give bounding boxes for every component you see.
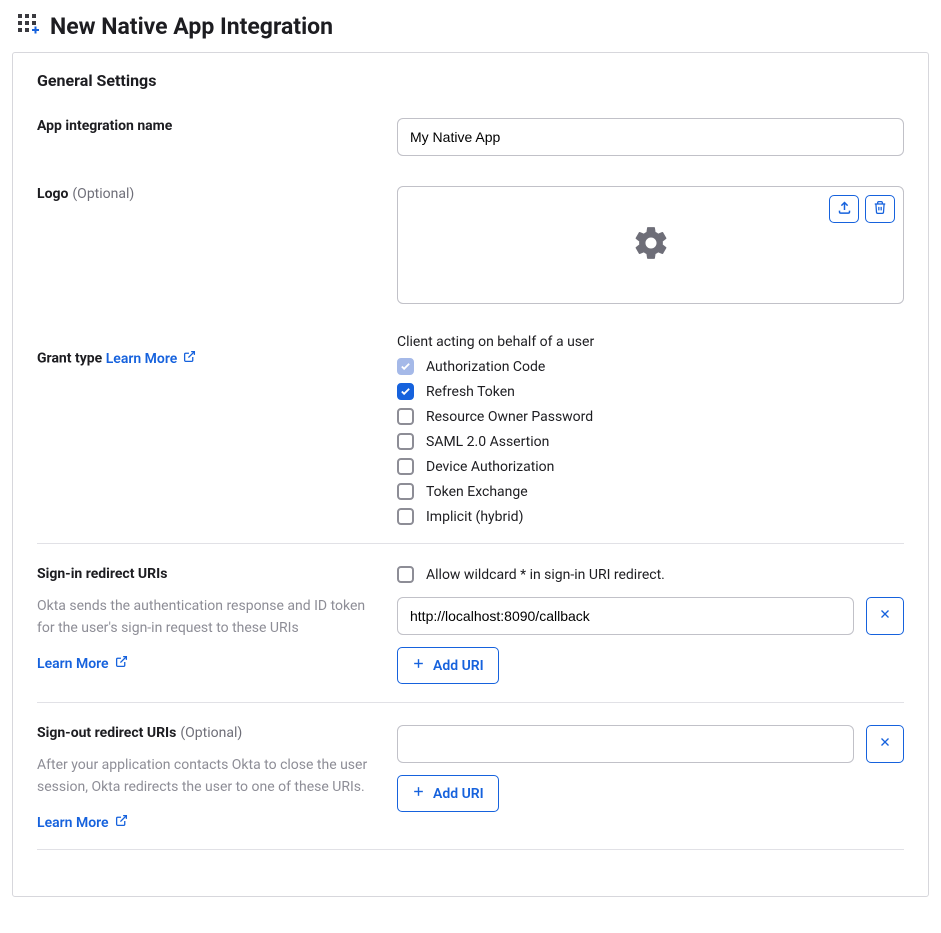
general-settings-panel: General Settings App integration name Lo… [12, 52, 929, 897]
sign-out-learn-more-link[interactable]: Learn More [37, 814, 128, 831]
field-logo: Logo(Optional) [37, 186, 904, 304]
grant-option-label: SAML 2.0 Assertion [426, 434, 549, 450]
close-icon [879, 608, 891, 624]
checkbox-icon [397, 483, 414, 500]
grant-type-label: Grant type [37, 351, 102, 367]
gear-icon [632, 224, 670, 266]
sign-out-label: Sign-out redirect URIs [37, 725, 176, 741]
learn-more-text: Learn More [37, 656, 109, 672]
grant-option-device-authorization[interactable]: Device Authorization [397, 458, 904, 475]
grant-option-label: Implicit (hybrid) [426, 509, 523, 525]
grant-option-resource-owner-password[interactable]: Resource Owner Password [397, 408, 904, 425]
divider [37, 543, 904, 544]
divider [37, 702, 904, 703]
checkbox-icon [397, 408, 414, 425]
app-name-label: App integration name [37, 118, 172, 134]
external-link-icon [115, 814, 128, 831]
sign-in-uri-remove-button[interactable] [866, 597, 904, 635]
checkbox-icon [397, 508, 414, 525]
grant-option-label: Resource Owner Password [426, 409, 593, 425]
allow-wildcard-label: Allow wildcard * in sign-in URI redirect… [426, 567, 665, 583]
upload-icon [837, 200, 852, 219]
checkbox-icon [397, 458, 414, 475]
learn-more-text: Learn More [106, 351, 178, 367]
sign-in-uri-input[interactable] [397, 597, 854, 635]
grant-option-token-exchange[interactable]: Token Exchange [397, 483, 904, 500]
logo-delete-button[interactable] [865, 195, 895, 223]
grant-options: Authorization Code Refresh Token Resourc… [397, 358, 904, 525]
sign-in-add-uri-button[interactable]: Add URI [397, 647, 499, 684]
trash-icon [873, 200, 887, 219]
page-title: New Native App Integration [50, 13, 333, 40]
add-uri-label: Add URI [433, 786, 484, 802]
grant-option-authorization-code[interactable]: Authorization Code [397, 358, 904, 375]
grant-option-implicit-hybrid[interactable]: Implicit (hybrid) [397, 508, 904, 525]
grant-option-label: Refresh Token [426, 384, 515, 400]
sign-out-uri-input[interactable] [397, 725, 854, 763]
plus-icon [412, 657, 425, 674]
learn-more-text: Learn More [37, 815, 109, 831]
add-uri-label: Add URI [433, 658, 484, 674]
logo-label: Logo [37, 186, 68, 202]
checkbox-icon [397, 358, 414, 375]
field-grant-type: Grant type Learn More Client acting on b… [37, 334, 904, 525]
logo-dropzone[interactable] [397, 186, 904, 304]
logo-optional: (Optional) [72, 186, 134, 202]
field-app-name: App integration name [37, 118, 904, 156]
sign-in-learn-more-link[interactable]: Learn More [37, 655, 128, 672]
external-link-icon [183, 350, 196, 367]
checkbox-icon [397, 433, 414, 450]
page-header: New Native App Integration [16, 12, 925, 40]
grant-learn-more-link[interactable]: Learn More [106, 350, 197, 367]
grant-option-label: Device Authorization [426, 459, 554, 475]
sign-in-label: Sign-in redirect URIs [37, 566, 167, 582]
checkbox-icon [397, 566, 414, 583]
sign-in-help: Okta sends the authentication response a… [37, 596, 377, 639]
checkbox-icon [397, 383, 414, 400]
close-icon [879, 736, 891, 752]
sign-out-uri-remove-button[interactable] [866, 725, 904, 763]
app-grid-icon [16, 12, 40, 40]
sign-out-add-uri-button[interactable]: Add URI [397, 775, 499, 812]
section-heading: General Settings [37, 71, 904, 90]
grant-subheading: Client acting on behalf of a user [397, 334, 904, 350]
field-sign-out-uris: Sign-out redirect URIs(Optional) After y… [37, 725, 904, 831]
field-sign-in-uris: Sign-in redirect URIs Okta sends the aut… [37, 566, 904, 684]
grant-option-refresh-token[interactable]: Refresh Token [397, 383, 904, 400]
logo-upload-button[interactable] [829, 195, 859, 223]
external-link-icon [115, 655, 128, 672]
allow-wildcard-checkbox[interactable]: Allow wildcard * in sign-in URI redirect… [397, 566, 904, 583]
sign-out-optional: (Optional) [180, 725, 242, 741]
grant-option-label: Token Exchange [426, 484, 528, 500]
sign-out-help: After your application contacts Okta to … [37, 755, 377, 798]
divider [37, 849, 904, 850]
grant-option-label: Authorization Code [426, 359, 545, 375]
app-name-input[interactable] [397, 118, 904, 156]
plus-icon [412, 785, 425, 802]
grant-option-saml-assertion[interactable]: SAML 2.0 Assertion [397, 433, 904, 450]
